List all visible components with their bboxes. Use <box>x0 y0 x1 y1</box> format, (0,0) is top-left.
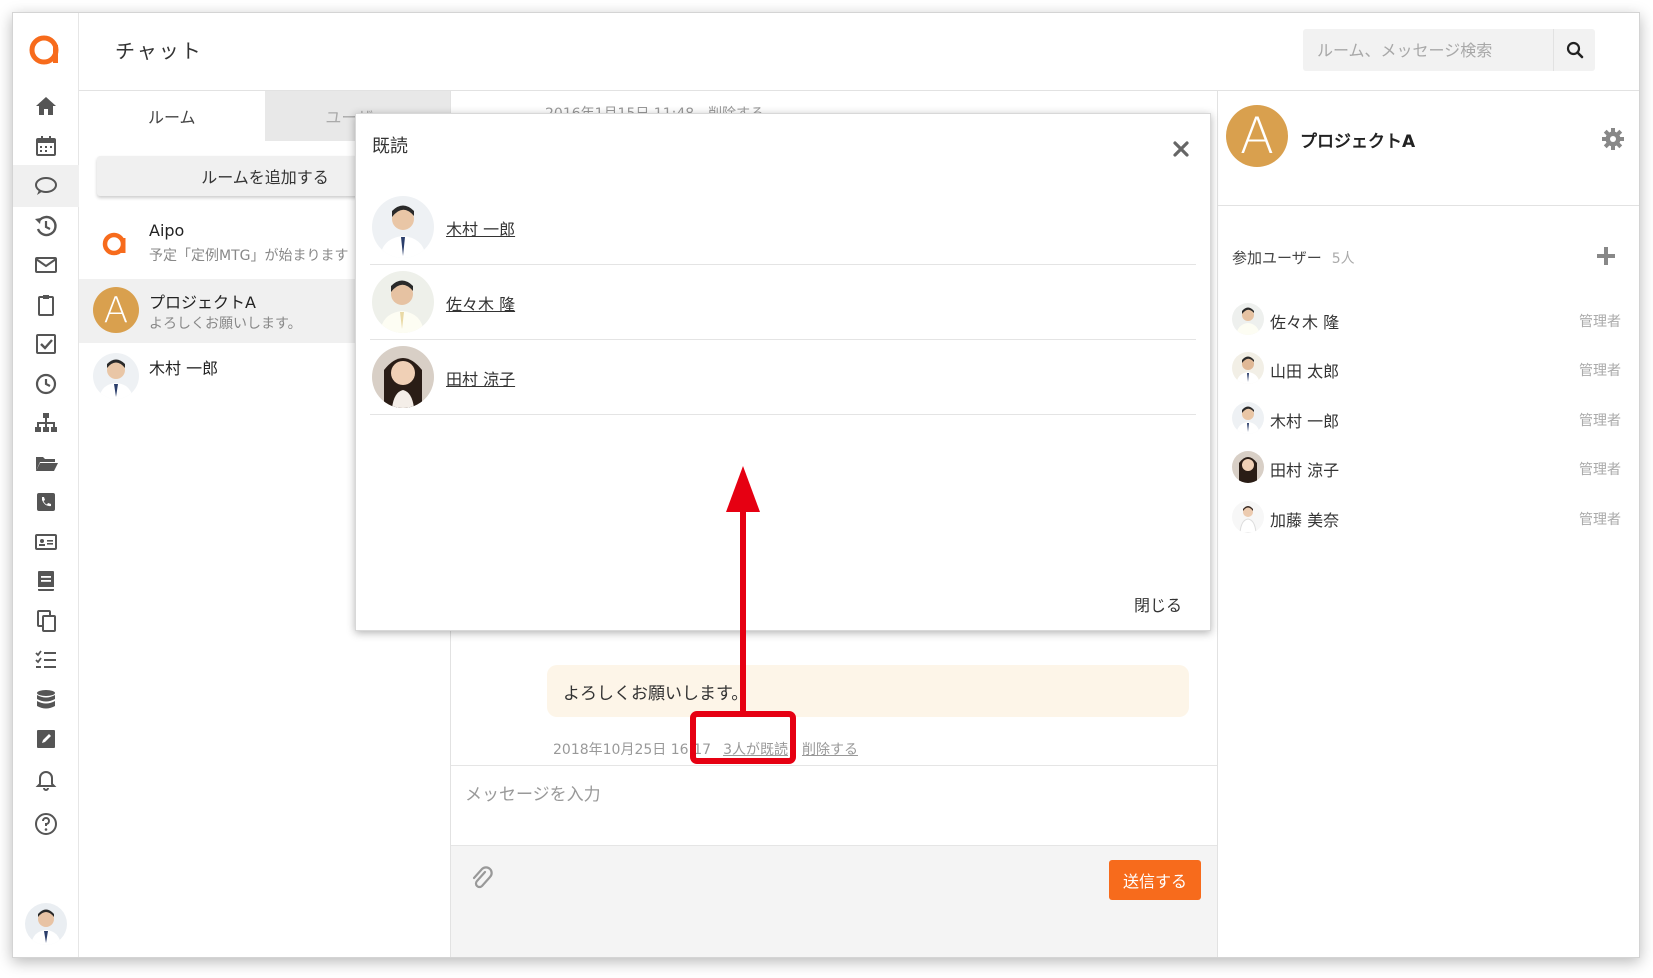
todo-list-icon[interactable] <box>13 639 79 681</box>
history-icon[interactable] <box>13 205 79 247</box>
aipo-logo-icon[interactable] <box>27 31 63 67</box>
room-title: プロジェクトA <box>1300 132 1416 152</box>
icon-rail <box>13 13 79 957</box>
reader-name-link[interactable]: 佐々木 隆 <box>446 291 515 315</box>
home-icon[interactable] <box>13 85 79 127</box>
reader-row: 佐々木 隆 <box>370 265 1196 340</box>
message-meta: 2018年10月25日 16:17 3人が既読 削除する <box>553 739 858 759</box>
clipboard-icon[interactable] <box>13 284 79 326</box>
reader-avatar <box>372 196 434 258</box>
delete-message-link[interactable]: 削除する <box>802 742 858 758</box>
app-window: チャット ルーム ユーザー ルームを追加する Aipo 予定「定例MTG」が始ま… <box>12 12 1640 958</box>
chat-icon[interactable] <box>13 165 79 207</box>
id-card-icon[interactable] <box>13 521 79 563</box>
member-avatar <box>1232 402 1264 434</box>
help-icon[interactable] <box>13 803 79 845</box>
room-info-panel: A プロジェクトA 参加ユーザー 5人 佐々木 隆 管理者 山田 太郎 管理者 木… <box>1217 91 1639 957</box>
compose-box <box>451 765 1217 845</box>
member-name: 田村 涼子 <box>1270 461 1340 480</box>
member-row[interactable]: 佐々木 隆 管理者 <box>1218 299 1639 339</box>
members-count: 5人 <box>1331 251 1355 267</box>
tab-rooms[interactable]: ルーム <box>79 91 265 141</box>
search-icon <box>1566 41 1583 59</box>
copy-icon[interactable] <box>13 600 79 642</box>
calendar-icon[interactable] <box>13 125 79 167</box>
kimura-avatar <box>93 353 139 399</box>
room-info-header: A プロジェクトA <box>1218 91 1639 206</box>
member-row[interactable]: 加藤 美奈 管理者 <box>1218 497 1639 537</box>
page-title: チャット <box>115 39 203 63</box>
member-name: 佐々木 隆 <box>1270 313 1340 332</box>
message-input[interactable] <box>451 766 1217 845</box>
member-role: 管理者 <box>1579 413 1621 429</box>
member-avatar <box>1232 352 1264 384</box>
reader-row: 木村 一郎 <box>370 190 1196 265</box>
close-dialog-link[interactable]: 閉じる <box>1134 592 1182 616</box>
room-avatar: A <box>1226 105 1288 167</box>
member-row[interactable]: 田村 涼子 管理者 <box>1218 447 1639 487</box>
project-a-room-avatar: A <box>93 287 139 333</box>
compose-toolbar: 送信する <box>451 845 1217 957</box>
mail-icon[interactable] <box>13 244 79 286</box>
reader-avatar <box>372 346 434 408</box>
current-user-avatar[interactable] <box>25 903 67 945</box>
bell-icon[interactable] <box>13 759 79 801</box>
paperclip-icon[interactable] <box>469 866 495 892</box>
member-name: 加藤 美奈 <box>1270 511 1340 530</box>
member-name: 木村 一郎 <box>1270 412 1340 431</box>
dialog-title: 既読 <box>372 136 408 157</box>
search-button[interactable] <box>1553 29 1595 71</box>
room-name: 木村 一郎 <box>149 359 219 378</box>
aipo-room-avatar <box>93 219 139 265</box>
org-chart-icon[interactable] <box>13 402 79 444</box>
close-icon[interactable] <box>1172 140 1190 158</box>
room-name: Aipo <box>149 221 185 240</box>
reader-row: 田村 涼子 <box>370 340 1196 415</box>
message-timestamp: 2018年10月25日 16:17 <box>553 742 712 758</box>
checkbox-icon[interactable] <box>13 323 79 365</box>
room-name: プロジェクトA <box>149 293 256 312</box>
gear-icon[interactable] <box>1601 127 1625 151</box>
reader-name-link[interactable]: 田村 涼子 <box>446 366 515 390</box>
send-button[interactable]: 送信する <box>1109 860 1201 900</box>
room-preview: 予定「定例MTG」が始まります <box>149 248 349 264</box>
read-count-link[interactable]: 3人が既読 <box>723 742 788 758</box>
member-avatar <box>1232 501 1264 533</box>
member-role: 管理者 <box>1579 512 1621 528</box>
room-preview: よろしくお願いします。 <box>149 316 302 332</box>
read-receipts-dialog: 既読 木村 一郎 佐々木 隆 田村 涼子 閉じる <box>355 113 1211 631</box>
reader-name-link[interactable]: 木村 一郎 <box>446 216 515 240</box>
search-box <box>1303 29 1595 71</box>
message-bubble: よろしくお願いします。 <box>547 665 1189 717</box>
clock-icon[interactable] <box>13 363 79 405</box>
member-role: 管理者 <box>1579 462 1621 478</box>
add-member-icon[interactable] <box>1595 245 1617 267</box>
member-avatar <box>1232 303 1264 335</box>
message-text: よろしくお願いします。 <box>563 683 749 704</box>
member-role: 管理者 <box>1579 363 1621 379</box>
member-avatar <box>1232 451 1264 483</box>
member-name: 山田 太郎 <box>1270 362 1340 381</box>
member-role: 管理者 <box>1579 314 1621 330</box>
members-label: 参加ユーザー <box>1232 249 1322 267</box>
folder-icon[interactable] <box>13 442 79 484</box>
edit-icon[interactable] <box>13 718 79 760</box>
member-row[interactable]: 山田 太郎 管理者 <box>1218 348 1639 388</box>
search-input[interactable] <box>1303 29 1553 71</box>
member-row[interactable]: 木村 一郎 管理者 <box>1218 398 1639 438</box>
reader-avatar <box>372 271 434 333</box>
members-heading: 参加ユーザー 5人 <box>1232 247 1355 268</box>
phone-icon[interactable] <box>13 481 79 523</box>
database-icon[interactable] <box>13 679 79 721</box>
notebook-icon[interactable] <box>13 560 79 602</box>
top-header: チャット <box>79 13 1639 91</box>
